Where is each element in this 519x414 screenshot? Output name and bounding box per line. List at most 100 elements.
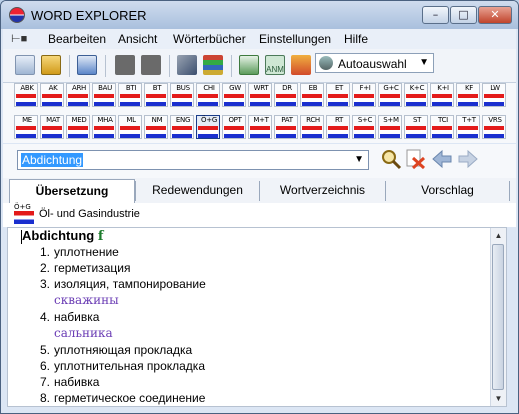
dictionary-button[interactable]: NM xyxy=(144,115,168,139)
menu-einstellungen[interactable]: Einstellungen xyxy=(259,32,331,46)
dictionary-button[interactable]: MED xyxy=(66,115,90,139)
dictionary-button[interactable]: VRS xyxy=(482,115,506,139)
dictionary-button[interactable]: ENG xyxy=(170,115,194,139)
dictionary-code: OPT xyxy=(228,116,242,124)
dictionary-button[interactable]: MHA xyxy=(92,115,116,139)
dictionary-button[interactable]: PAT xyxy=(274,115,298,139)
sense-number: 2. xyxy=(39,261,50,275)
copy-icon[interactable] xyxy=(15,55,35,75)
dictionary-code: ABK xyxy=(20,84,34,92)
back-arrow-icon[interactable] xyxy=(431,148,453,170)
dictionary-button[interactable]: ARH xyxy=(66,83,90,107)
dictionary-code: ET xyxy=(334,84,344,92)
dictionary-button[interactable]: RCH xyxy=(300,115,324,139)
scroll-up-icon[interactable]: ▲ xyxy=(491,228,506,243)
sense-item: 1. уплотнение xyxy=(36,245,119,259)
flag-icon xyxy=(380,126,400,138)
dictionary-button[interactable]: BAU xyxy=(92,83,116,107)
dictionary-code: S+C xyxy=(357,116,373,124)
delete-search-icon[interactable] xyxy=(405,148,427,170)
menu-ansicht[interactable]: Ansicht xyxy=(118,32,157,46)
dictionary-button[interactable]: ML xyxy=(118,115,142,139)
swap-icon[interactable] xyxy=(77,55,97,75)
search-input[interactable]: Abdichtung ▼ xyxy=(17,150,369,170)
dictionary-button[interactable]: ME xyxy=(14,115,38,139)
forward-arrow-icon[interactable] xyxy=(457,148,479,170)
title-bar[interactable]: WORD EXPLORER – □ ✕ xyxy=(1,1,518,29)
dictionary-button[interactable]: WRT xyxy=(248,83,272,107)
menu-bar: ⊢■ Bearbeiten Ansicht Wörterbücher Einst… xyxy=(3,29,516,49)
dictionary-button[interactable]: M+T xyxy=(248,115,272,139)
dictionary-code: S+M xyxy=(383,116,399,124)
dictionary-code: K+I xyxy=(437,84,449,92)
maximize-button[interactable]: □ xyxy=(450,6,477,24)
scroll-down-icon[interactable]: ▼ xyxy=(491,391,506,406)
anm-icon[interactable]: ANM xyxy=(265,55,285,75)
books-icon[interactable] xyxy=(203,55,223,75)
forward-page-icon[interactable] xyxy=(141,55,161,75)
dictionary-button[interactable]: BT xyxy=(144,83,168,107)
menu-bearbeiten[interactable]: Bearbeiten xyxy=(48,32,106,46)
dictionary-button[interactable]: ET xyxy=(326,83,350,107)
dictionary-code: NM xyxy=(151,116,163,124)
dictionary-button[interactable]: RT xyxy=(326,115,350,139)
dictionary-code: BTI xyxy=(125,84,137,92)
dictionary-button[interactable]: OPT xyxy=(222,115,246,139)
back-page-icon[interactable] xyxy=(115,55,135,75)
auto-select-combo[interactable]: Autoauswahl ▼ xyxy=(315,53,434,73)
translation-content[interactable]: Abdichtung f 1. уплотнение 2. герметизация 3… xyxy=(7,227,507,407)
dictionary-button[interactable]: KF xyxy=(456,83,480,107)
tools-icon[interactable] xyxy=(177,55,197,75)
dictionary-button[interactable]: G+C xyxy=(378,83,402,107)
dictionary-button[interactable]: TCI xyxy=(430,115,454,139)
flag-icon xyxy=(94,126,114,138)
dictionary-button[interactable]: F+I xyxy=(352,83,376,107)
dictionary-button[interactable]: GW xyxy=(222,83,246,107)
tab-wortverzeichnis[interactable]: Wortverzeichnis xyxy=(259,181,385,201)
paste-icon[interactable] xyxy=(41,55,61,75)
minimize-button[interactable]: – xyxy=(422,6,449,24)
close-button[interactable]: ✕ xyxy=(478,6,512,24)
dictionary-button[interactable]: BTI xyxy=(118,83,142,107)
sense-item: 2. герметизация xyxy=(36,261,130,275)
dictionary-code: RCH xyxy=(306,116,320,124)
flag-icon xyxy=(42,94,62,106)
dictionary-button[interactable]: T+T xyxy=(456,115,480,139)
dictionary-button[interactable]: ABK xyxy=(14,83,38,107)
dictionary-button[interactable]: CHI xyxy=(196,83,220,107)
scroll-thumb[interactable] xyxy=(492,244,504,390)
dictionary-button[interactable]: S+C xyxy=(352,115,376,139)
sense-number: 6. xyxy=(39,359,50,373)
tab-uebersetzung[interactable]: Übersetzung xyxy=(9,179,135,203)
layout-icon[interactable] xyxy=(239,55,259,75)
dictionary-button[interactable]: LW xyxy=(482,83,506,107)
vertical-scrollbar[interactable]: ▲ ▼ xyxy=(490,228,506,406)
dictionary-button[interactable]: ST xyxy=(404,115,428,139)
dictionary-button[interactable]: DR xyxy=(274,83,298,107)
menu-woerterbuecher[interactable]: Wörterbücher xyxy=(173,32,246,46)
search-icon[interactable] xyxy=(380,148,402,170)
dictionary-code: ST xyxy=(412,116,422,124)
chevron-down-icon[interactable]: ▼ xyxy=(354,154,364,165)
tab-redewendungen[interactable]: Redewendungen xyxy=(135,181,259,201)
sense-item: 8. герметическое соединение xyxy=(36,391,205,405)
dictionary-button[interactable]: BUS xyxy=(170,83,194,107)
sense-item: 6. уплотнительная прокладка xyxy=(36,359,205,373)
window-title: WORD EXPLORER xyxy=(31,8,147,23)
flag-icon xyxy=(224,126,244,138)
dictionary-button[interactable]: MAT xyxy=(40,115,64,139)
dictionary-button[interactable]: EB xyxy=(300,83,324,107)
tab-vorschlag[interactable]: Vorschlag xyxy=(385,181,510,201)
gender-label: f xyxy=(97,229,104,244)
pin-icon[interactable]: ⊢■ xyxy=(11,32,27,45)
flag-icon xyxy=(432,94,452,106)
flag-icon xyxy=(224,94,244,106)
dictionary-button[interactable]: Ö+G xyxy=(196,115,220,139)
dictionary-button[interactable]: K+I xyxy=(430,83,454,107)
menu-hilfe[interactable]: Hilfe xyxy=(344,32,368,46)
translate-icon[interactable] xyxy=(291,55,311,75)
dictionary-button[interactable]: K+C xyxy=(404,83,428,107)
dictionary-button[interactable]: AK xyxy=(40,83,64,107)
dictionary-code: WRT xyxy=(253,84,269,92)
dictionary-button[interactable]: S+M xyxy=(378,115,402,139)
